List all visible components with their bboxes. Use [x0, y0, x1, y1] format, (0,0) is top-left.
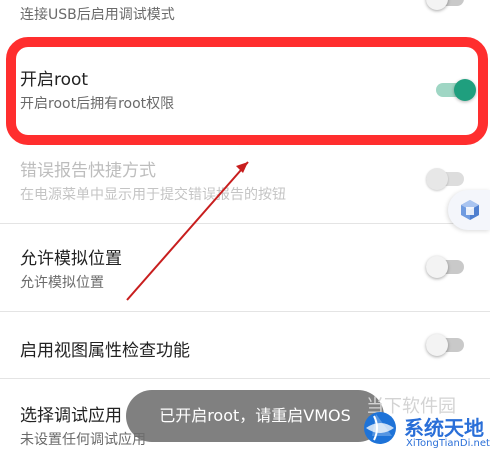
setting-mock-location[interactable]: 允许模拟位置 允许模拟位置 — [0, 224, 490, 310]
globe-icon — [364, 412, 396, 444]
toggle-thumb — [454, 79, 476, 101]
usb-debugging-toggle[interactable] — [426, 0, 466, 10]
mock-location-toggle[interactable] — [426, 256, 466, 278]
view-inspection-toggle[interactable] — [426, 334, 466, 356]
toggle-thumb — [426, 334, 448, 356]
setting-usb-debugging[interactable]: 连接USB后启用调试模式 — [0, 0, 490, 32]
toast-message: 已开启root，请重启VMOS — [126, 390, 384, 442]
toggle-thumb — [426, 168, 448, 190]
toggle-thumb — [426, 256, 448, 278]
bug-report-toggle — [426, 168, 466, 190]
setting-subtitle: 允许模拟位置 — [20, 275, 104, 291]
floating-assistant-button[interactable] — [448, 190, 490, 230]
setting-subtitle: 在电源菜单中显示用于提交错误报告的按钮 — [20, 187, 286, 203]
setting-subtitle: 开启root后拥有root权限 — [20, 96, 175, 112]
setting-bug-report-shortcut: 错误报告快捷方式 在电源菜单中显示用于提交错误报告的按钮 — [0, 150, 490, 220]
cube-icon — [461, 200, 479, 220]
setting-title: 错误报告快捷方式 — [20, 161, 156, 181]
root-toggle[interactable] — [436, 79, 476, 101]
setting-title: 允许模拟位置 — [20, 249, 122, 269]
setting-title: 选择调试应用 — [20, 406, 122, 426]
setting-title: 开启root — [20, 70, 89, 90]
setting-subtitle: 连接USB后启用调试模式 — [20, 7, 175, 23]
setting-enable-root[interactable]: 开启root 开启root后拥有root权限 — [0, 47, 490, 135]
watermark-brand: 系统天地 — [404, 416, 484, 440]
setting-title: 启用视图属性检查功能 — [20, 341, 190, 361]
setting-view-attribute-inspection[interactable]: 启用视图属性检查功能 — [0, 312, 490, 378]
toggle-thumb — [426, 0, 448, 10]
watermark-url: XiTongTianDi.net — [406, 438, 490, 449]
setting-subtitle: 未设置任何调试应用 — [20, 432, 146, 448]
